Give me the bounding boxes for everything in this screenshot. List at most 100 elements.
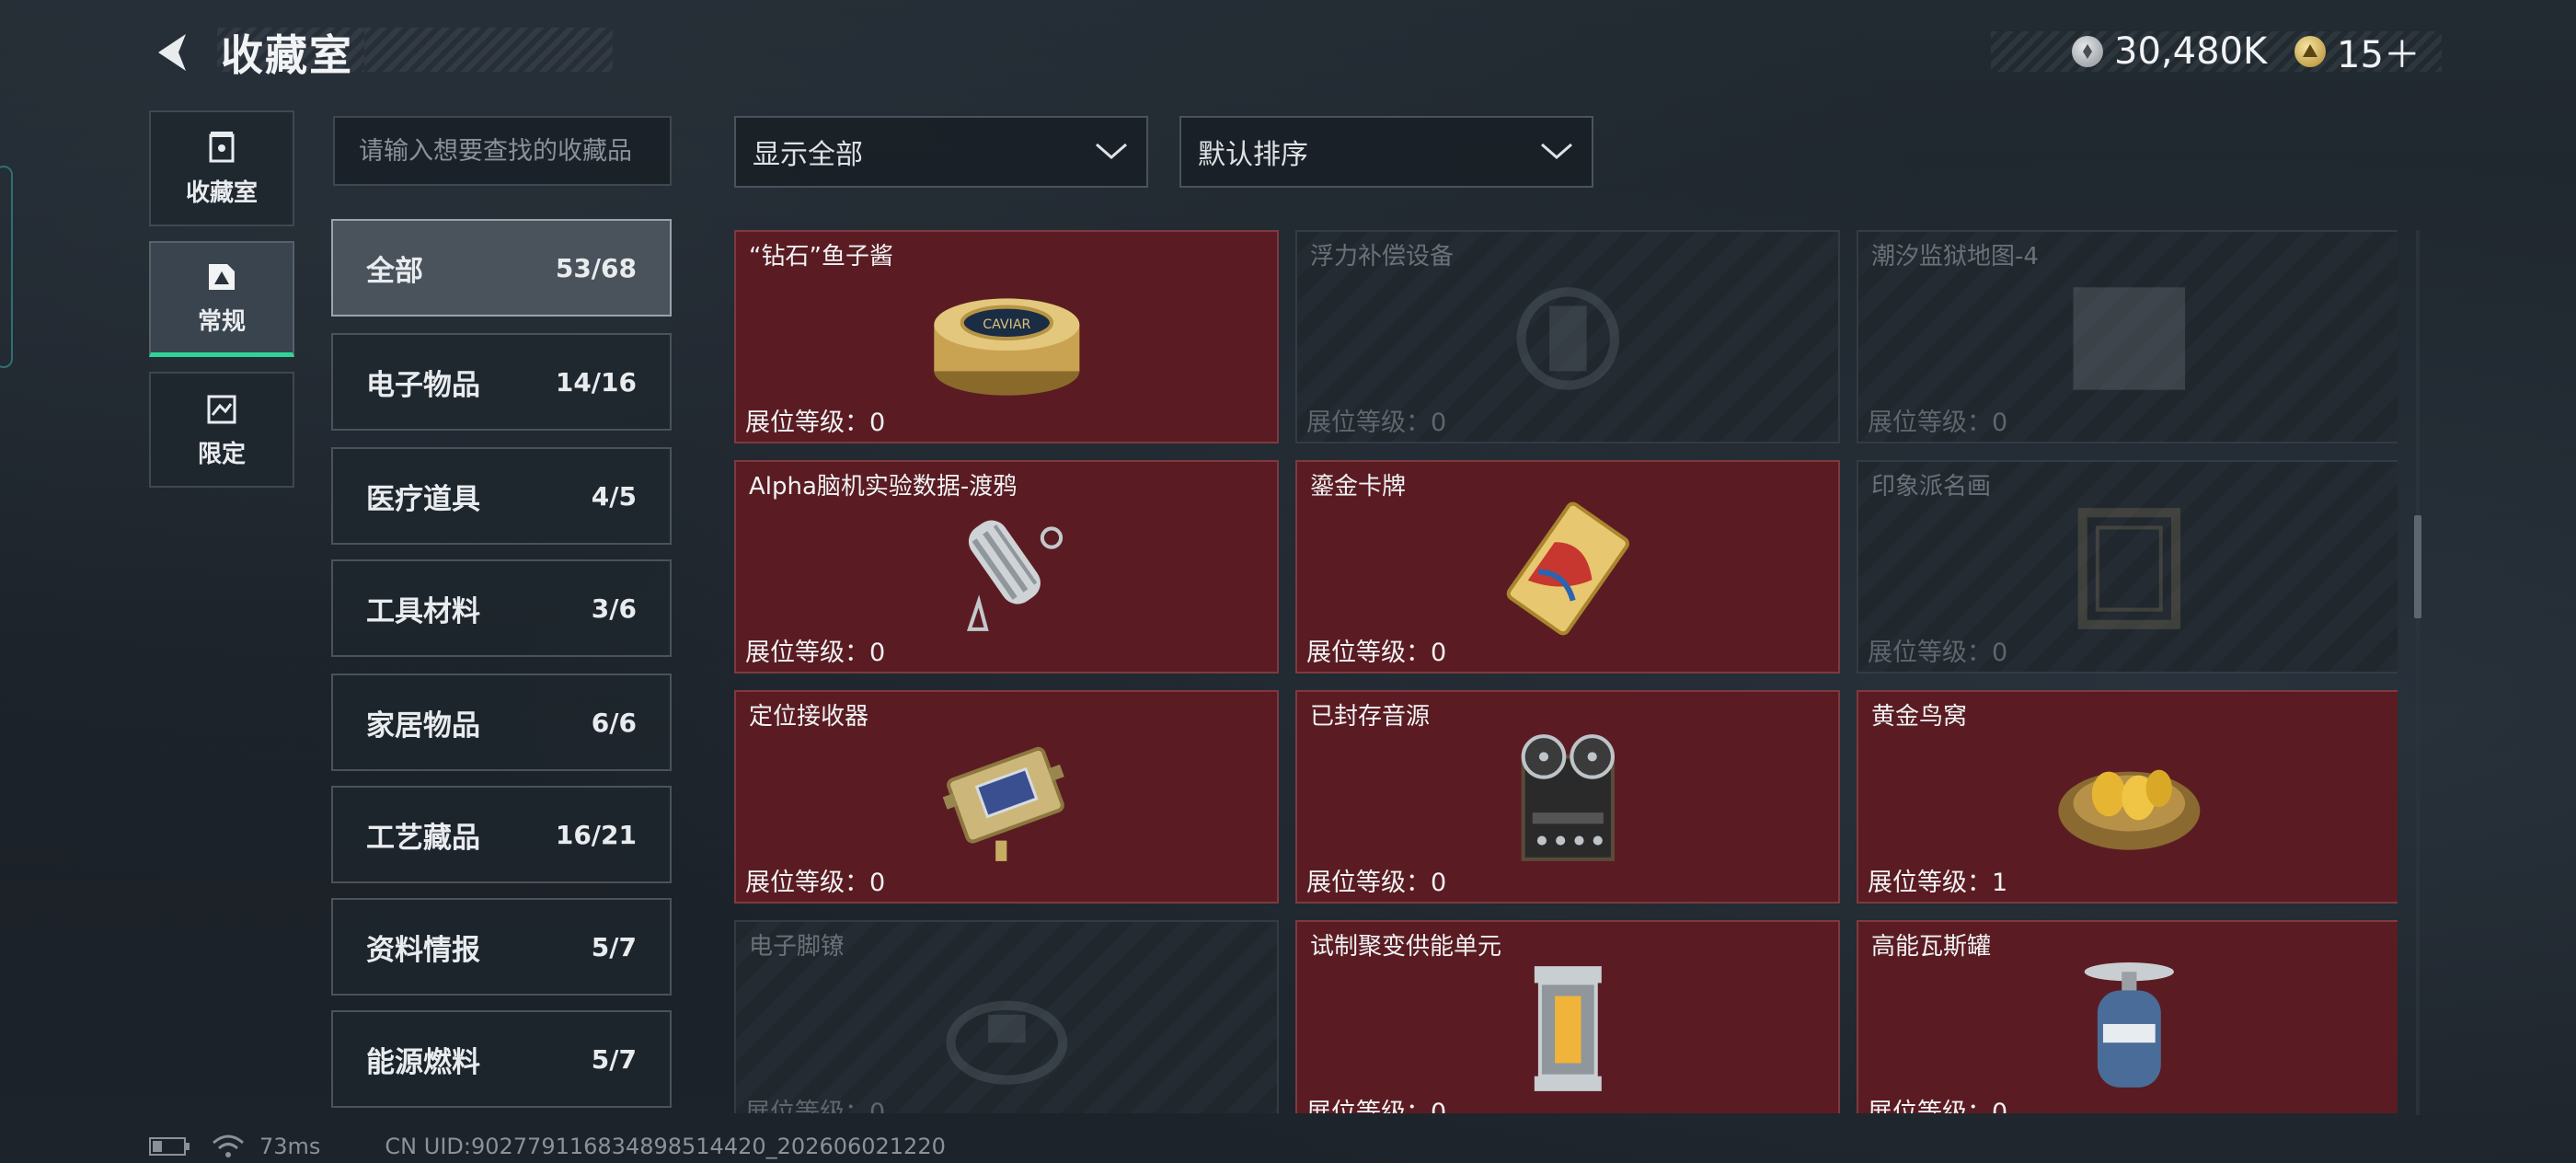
scrollbar-thumb[interactable] — [2414, 515, 2421, 618]
category-energy[interactable]: 能源燃料 5/7 — [331, 1010, 672, 1108]
exhibit-level: 展位等级：0 — [1306, 639, 1447, 667]
collectible-name: 试制聚变供能单元 — [1310, 933, 1502, 961]
battery-icon — [149, 1137, 190, 1156]
silver-coin-icon — [2072, 36, 2103, 67]
nav-regular[interactable]: 常规 — [149, 241, 294, 357]
collectible-card[interactable]: 黄金鸟窝 展位等级：1 — [1857, 690, 2398, 904]
exhibit-level: 展位等级：0 — [1306, 869, 1447, 897]
category-name: 电子物品 — [366, 368, 480, 402]
page-title: 收藏室 — [221, 30, 353, 80]
exhibit-level: 展位等级：0 — [745, 639, 886, 667]
exhibit-level: 展位等级：0 — [1868, 639, 2008, 667]
collection-room-icon — [209, 131, 235, 162]
collectible-card[interactable]: “钻石”鱼子酱 CAVIAR 展位等级：0 — [734, 230, 1279, 443]
uid-text: CN UID:902779116834898514420_20260602122… — [385, 1134, 946, 1159]
category-crafts[interactable]: 工艺藏品 16/21 — [331, 786, 672, 883]
collectible-card[interactable]: 已封存音源 展位等级：0 — [1295, 690, 1840, 904]
category-intel[interactable]: 资料情报 5/7 — [331, 898, 672, 996]
category-name: 工具材料 — [366, 594, 480, 628]
collectible-card[interactable]: 鎏金卡牌 展位等级：0 — [1295, 460, 1840, 674]
category-count: 14/16 — [555, 366, 637, 397]
category-electronics[interactable]: 电子物品 14/16 — [331, 333, 672, 431]
reel-to-reel-recorder-icon — [1297, 729, 1838, 869]
collection-room-screen: 收藏室 30,480K 15＋ 收藏室 常规 限定 请输入想要查找的收藏品 全部… — [0, 0, 2576, 1163]
exhibit-level: 展位等级：0 — [1868, 1099, 2008, 1113]
category-count: 6/6 — [591, 707, 637, 738]
sort-value: 默认排序 — [1198, 139, 1308, 171]
collectible-name: 黄金鸟窝 — [1871, 703, 1968, 731]
buoyancy-device-icon — [1297, 269, 1838, 409]
collectible-card[interactable]: 印象派名画 展位等级：0 — [1857, 460, 2398, 674]
collectible-name: 电子脚镣 — [749, 933, 845, 961]
collectible-card[interactable]: Alpha脑机实验数据-渡鸦 展位等级：0 — [734, 460, 1279, 674]
silver-currency[interactable]: 30,480K — [2072, 26, 2267, 77]
category-name: 全部 — [366, 254, 423, 288]
nav-collection-room[interactable]: 收藏室 — [149, 110, 294, 226]
wifi-icon — [213, 1134, 244, 1157]
data-capsule-icon — [736, 499, 1277, 639]
collectible-card[interactable]: 定位接收器 展位等级：0 — [734, 690, 1279, 904]
exhibit-level: 展位等级：0 — [745, 409, 886, 437]
collectible-name: “钻石”鱼子酱 — [749, 243, 893, 271]
exhibit-level: 展位等级：0 — [1306, 1099, 1447, 1113]
collectible-card[interactable]: 潮汐监狱地图-4 展位等级：0 — [1857, 230, 2398, 443]
regular-collection-icon — [209, 264, 235, 290]
back-arrow-icon — [158, 34, 186, 71]
collectible-grid: “钻石”鱼子酱 CAVIAR 展位等级：0 浮力补偿设备 展位等级：0 潮汐监狱… — [734, 228, 2398, 1113]
ping-value: 73ms — [259, 1134, 321, 1159]
collectible-name: 浮力补偿设备 — [1310, 243, 1455, 271]
gilded-card-icon — [1297, 499, 1838, 639]
exhibit-level: 展位等级：0 — [1306, 409, 1447, 437]
category-count: 3/6 — [591, 593, 637, 624]
collectible-name: 鎏金卡牌 — [1310, 473, 1407, 501]
display-filter-dropdown[interactable]: 显示全部 — [734, 116, 1148, 188]
chevron-down-icon — [1096, 143, 1127, 159]
gold-coin-icon — [2294, 36, 2326, 67]
chevron-down-icon — [1541, 143, 1572, 159]
collectible-name: 定位接收器 — [749, 703, 869, 731]
gold-currency[interactable]: 15＋ — [2294, 26, 2421, 77]
category-count: 16/21 — [555, 819, 637, 850]
sort-dropdown[interactable]: 默认排序 — [1179, 116, 1593, 188]
collectible-card[interactable]: 高能瓦斯罐 展位等级：0 — [1857, 920, 2398, 1113]
side-drawer-handle[interactable] — [0, 166, 13, 368]
locator-receiver-icon — [736, 729, 1277, 869]
category-tools[interactable]: 工具材料 3/6 — [331, 559, 672, 657]
status-bar: 73ms CN UID:902779116834898514420_202606… — [149, 1134, 946, 1159]
caviar-tin-icon: CAVIAR — [736, 269, 1277, 409]
nav-limited[interactable]: 限定 — [149, 372, 294, 488]
category-name: 工艺藏品 — [366, 821, 480, 855]
exhibit-level: 展位等级：0 — [745, 1099, 886, 1113]
nav-label: 收藏室 — [185, 178, 258, 207]
collectible-card[interactable]: 电子脚镣 展位等级：0 — [734, 920, 1279, 1113]
collectible-card[interactable]: 浮力补偿设备 展位等级：0 — [1295, 230, 1840, 443]
exhibit-level: 展位等级：1 — [1868, 869, 2008, 897]
map-icon — [1858, 269, 2398, 409]
back-button[interactable] — [147, 26, 199, 79]
category-medical[interactable]: 医疗道具 4/5 — [331, 447, 672, 545]
category-household[interactable]: 家居物品 6/6 — [331, 674, 672, 771]
collectible-name: 已封存音源 — [1310, 703, 1431, 731]
category-count: 5/7 — [591, 931, 637, 962]
display-filter-value: 显示全部 — [753, 139, 863, 171]
limited-collection-icon — [207, 395, 236, 423]
svg-text:CAVIAR: CAVIAR — [983, 317, 1030, 332]
category-count: 4/5 — [591, 480, 637, 512]
gas-canister-icon — [1858, 959, 2398, 1099]
scrollbar-track[interactable] — [2416, 230, 2420, 1115]
nav-label: 常规 — [197, 308, 246, 336]
golden-nest-icon — [1858, 729, 2398, 869]
category-name: 资料情报 — [366, 933, 480, 967]
fusion-cell-icon — [1297, 959, 1838, 1099]
exhibit-level: 展位等级：0 — [745, 869, 886, 897]
collectible-name: 高能瓦斯罐 — [1871, 933, 1992, 961]
category-all[interactable]: 全部 53/68 — [331, 219, 672, 317]
category-name: 能源燃料 — [366, 1045, 480, 1079]
collectible-name: 潮汐监狱地图-4 — [1871, 243, 2039, 271]
silver-amount: 30,480K — [2114, 30, 2268, 73]
collectible-name: 印象派名画 — [1871, 473, 1992, 501]
collectible-card[interactable]: 试制聚变供能单元 展位等级：0 — [1295, 920, 1840, 1113]
category-count: 53/68 — [555, 252, 637, 283]
search-input[interactable] — [333, 116, 672, 186]
category-name: 医疗道具 — [366, 482, 480, 516]
